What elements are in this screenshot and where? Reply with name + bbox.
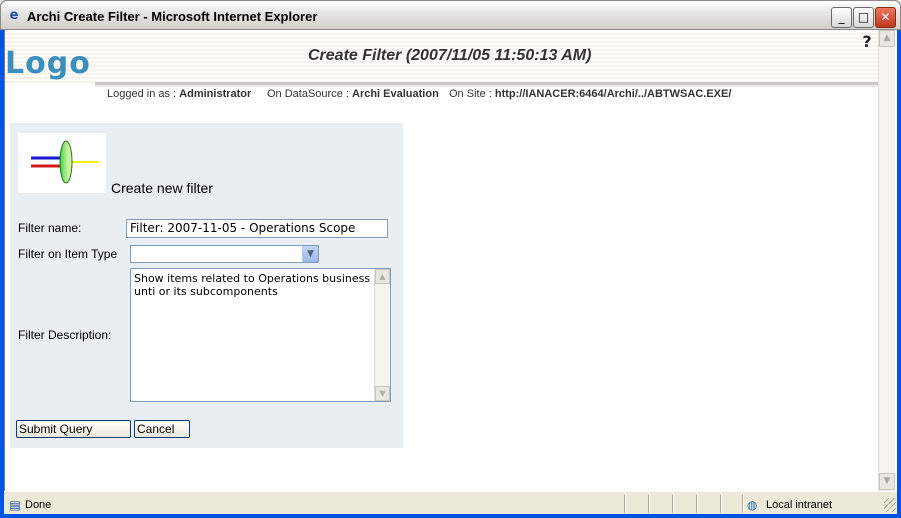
scroll-up-icon[interactable]: ▲ — [879, 30, 895, 47]
description-text[interactable]: Show items related to Operations busines… — [134, 272, 372, 298]
scroll-up-icon[interactable]: ▲ — [375, 269, 390, 284]
description-textarea[interactable]: Show items related to Operations busines… — [130, 268, 391, 402]
site-label: On Site : — [449, 88, 495, 100]
description-scrollbar[interactable]: ▲ ▼ — [374, 269, 390, 401]
maximize-button[interactable]: □ — [853, 7, 874, 28]
scroll-down-icon[interactable]: ▼ — [375, 386, 390, 401]
filter-name-label: Filter name: — [18, 221, 82, 235]
close-button[interactable]: ✕ — [875, 7, 896, 28]
help-icon[interactable]: ? — [858, 33, 876, 51]
form-heading: Create new filter — [111, 180, 213, 196]
window-title: Archi Create Filter - Microsoft Internet… — [27, 9, 318, 24]
security-zone: Local intranet — [766, 499, 833, 511]
status-separator — [648, 495, 650, 513]
datasource-label: On DataSource : — [267, 88, 352, 100]
site-info: On Site : http://IANACER:6464/Archi/../A… — [449, 88, 731, 100]
status-text: Done — [25, 499, 52, 511]
item-type-select[interactable]: ▼ — [130, 245, 319, 263]
status-separator — [720, 495, 722, 513]
submit-button[interactable]: Submit Query — [16, 420, 131, 438]
description-label: Filter Description: — [18, 328, 112, 342]
chevron-down-icon[interactable]: ▼ — [302, 246, 318, 262]
status-bar: ▤ Done ◍ Local intranet — [4, 491, 897, 515]
page-title: Create Filter (2007/11/05 11:50:13 AM) — [308, 47, 592, 64]
logged-in-user: Administrator — [179, 88, 252, 100]
status-separator — [672, 495, 674, 513]
cancel-button[interactable]: Cancel — [134, 420, 190, 438]
site-value: http://IANACER:6464/Archi/../ABTWSAC.EXE… — [494, 88, 732, 100]
filter-name-input[interactable]: Filter: 2007-11-05 - Operations Scope — [126, 219, 388, 238]
status-separator — [696, 495, 698, 513]
minimize-button[interactable]: _ — [831, 7, 852, 28]
item-type-label: Filter on Item Type — [18, 247, 118, 261]
filter-icon — [18, 133, 106, 193]
datasource-info: On DataSource : Archi Evaluation — [267, 88, 439, 100]
window-frame-bottom — [0, 514, 901, 518]
resize-grip[interactable] — [884, 498, 896, 512]
title-bar[interactable]: e Archi Create Filter - Microsoft Intern… — [0, 0, 901, 30]
intranet-globe-icon: ◍ — [747, 498, 758, 512]
scroll-down-icon[interactable]: ▼ — [879, 473, 895, 490]
datasource-value: Archi Evaluation — [352, 88, 439, 100]
status-separator — [624, 495, 626, 513]
page-icon: ▤ — [9, 498, 21, 512]
logged-in-label: Logged in as : — [107, 88, 180, 100]
status-separator — [742, 495, 744, 513]
ie-page-icon: e — [9, 8, 19, 23]
header-divider-shadow — [95, 85, 878, 87]
page-scrollbar[interactable]: ▲ ▼ — [878, 30, 895, 491]
logged-in-info: Logged in as : Administrator — [107, 88, 251, 100]
logo: Logo — [5, 46, 91, 81]
